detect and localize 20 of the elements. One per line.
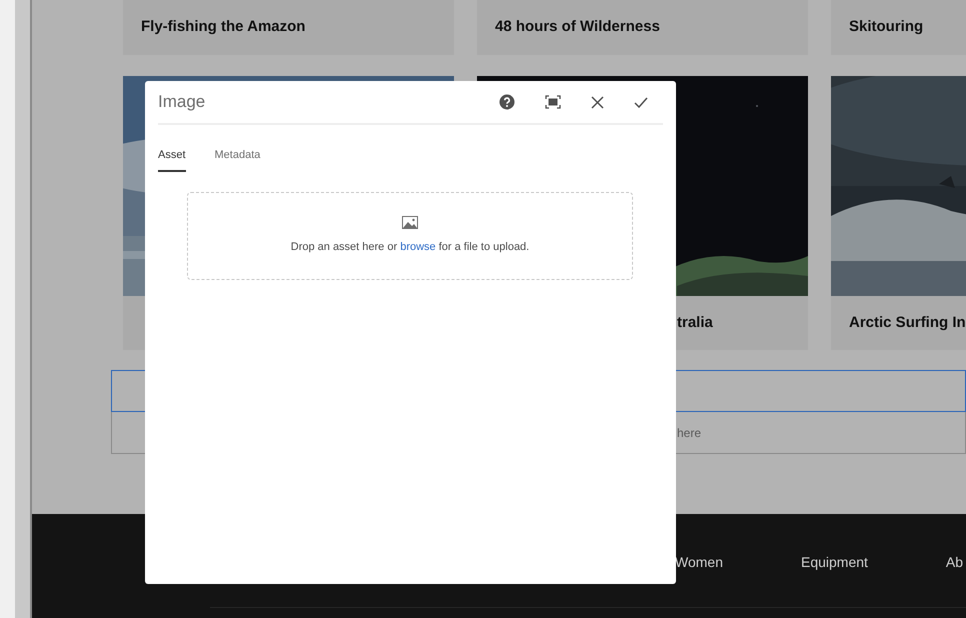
card-caption[interactable]: 48 hours of Wilderness (477, 0, 808, 55)
card-caption: Arctic Surfing In (849, 312, 966, 333)
browse-link[interactable]: browse (400, 240, 436, 253)
card-caption[interactable]: Fly-fishing the Amazon (123, 0, 454, 55)
card-caption: tralia (677, 312, 713, 333)
footer-nav-link[interactable]: Women (675, 552, 723, 573)
footer-nav-link[interactable]: Equipment (800, 552, 868, 573)
asset-dropzone[interactable]: Drop an asset here or browse for a file to upload. (187, 192, 633, 280)
card-caption-bar[interactable]: Arctic Surfing In (831, 296, 966, 350)
check-icon[interactable] (634, 96, 648, 108)
dialog-tab[interactable]: Metadata (214, 147, 260, 172)
image-icon (402, 216, 418, 229)
fullscreen-icon[interactable] (545, 95, 561, 109)
close-icon[interactable] (591, 96, 604, 108)
dialog-tab[interactable]: Asset (158, 147, 186, 172)
dialog-title: Image (158, 91, 206, 114)
footer-nav-link[interactable]: Ab (946, 552, 964, 573)
card-caption[interactable]: Skitouring (831, 0, 966, 55)
dropzone-text: Drop an asset here or browse for a file to upload. (290, 240, 530, 255)
help-icon[interactable] (499, 94, 515, 110)
